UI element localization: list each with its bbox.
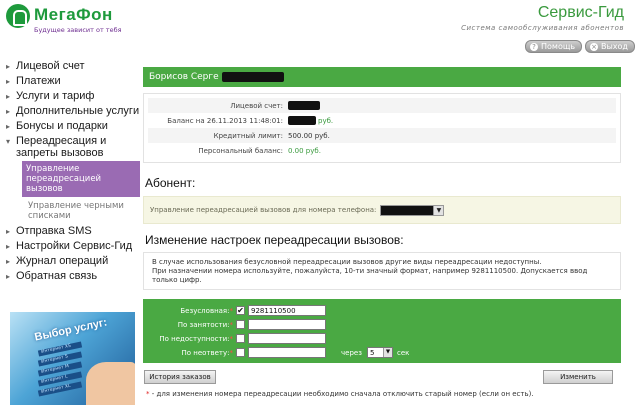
chevron-down-icon: ▼ xyxy=(383,348,392,357)
delay-via-label: через xyxy=(341,349,362,357)
megafon-logo[interactable]: МегаФон Будущее зависит от тебя xyxy=(6,2,136,38)
chevron-right-icon: ▸ xyxy=(6,272,11,281)
info-line: При назначении номера используйте, пожал… xyxy=(152,267,588,284)
sidebar-subitem-blacklists[interactable]: Управление черными списками xyxy=(28,201,140,221)
chevron-right-icon: ▸ xyxy=(6,62,11,71)
unconditional-number-input[interactable]: 9281110500 xyxy=(248,305,326,316)
subscriber-name-bar: Борисов Серге xyxy=(143,67,621,87)
redacted-mark xyxy=(221,71,284,82)
chevron-right-icon: ▸ xyxy=(6,257,11,266)
service-subtitle: Система самообслуживания абонентов xyxy=(461,24,624,32)
logo-slogan: Будущее зависит от тебя xyxy=(34,26,122,34)
help-label: Помощь xyxy=(541,42,576,51)
info-line: В случае использования безусловной переа… xyxy=(152,258,542,266)
sidebar-item-settings[interactable]: ▸ Настройки Сервис-Гид xyxy=(6,240,140,253)
help-icon: ? xyxy=(530,42,538,51)
delay-seconds-select[interactable]: 5 ▼ xyxy=(367,347,393,358)
chevron-right-icon: ▸ xyxy=(6,242,11,251)
redacted-mark xyxy=(288,116,316,125)
phone-number-select[interactable]: ▼ xyxy=(380,204,445,216)
order-history-button[interactable]: История заказов xyxy=(144,370,216,384)
required-star: * xyxy=(229,335,234,343)
account-row: Лицевой счет: xyxy=(148,98,616,113)
footnote: * - для изменения номера переадресации н… xyxy=(146,390,534,398)
unconditional-checkbox[interactable]: ✔ xyxy=(236,306,245,315)
promo-banner[interactable]: Выбор услуг: Интернет XS Интернет S Инте… xyxy=(10,312,135,405)
seconds-label: сек xyxy=(397,349,410,357)
sidebar-item-feedback[interactable]: ▸ Обратная связь xyxy=(6,270,140,283)
forwarding-info: В случае использования безусловной переа… xyxy=(143,252,621,290)
promo-title: Выбор услуг: xyxy=(33,316,109,344)
forwarding-form: Безусловная:* ✔ 9281110500 По занятости:… xyxy=(143,299,621,363)
required-star: * xyxy=(229,349,234,357)
abonent-text: Управление переадресацией вызовов для но… xyxy=(150,206,377,214)
forward-row-no-answer: По неответу:* через 5 ▼ сек xyxy=(181,347,410,358)
busy-number-input[interactable] xyxy=(248,319,326,330)
unavailable-number-input[interactable] xyxy=(248,333,326,344)
sidebar-item-send-sms[interactable]: ▸ Отправка SMS xyxy=(6,225,140,238)
subscriber-name: Борисов Серге xyxy=(149,72,219,82)
account-row: Баланс на 26.11.2013 11:48:01: руб. xyxy=(167,116,334,125)
chevron-right-icon: ▸ xyxy=(6,92,11,101)
chevron-right-icon: ▸ xyxy=(6,107,11,116)
change-button[interactable]: Изменить xyxy=(543,370,613,384)
sidebar-item-payments[interactable]: ▸ Платежи xyxy=(6,75,140,88)
hand-image xyxy=(86,362,135,405)
busy-checkbox[interactable] xyxy=(236,320,245,329)
unavailable-checkbox[interactable] xyxy=(236,334,245,343)
sidebar-item-operations-log[interactable]: ▸ Журнал операций xyxy=(6,255,140,268)
required-star: * xyxy=(229,307,234,315)
chevron-right-icon: ▸ xyxy=(6,77,11,86)
sidebar-nav: ▸ Лицевой счет ▸ Платежи ▸ Услуги и тариф ▸… xyxy=(6,60,140,285)
sidebar-item-account[interactable]: ▸ Лицевой счет xyxy=(6,60,140,73)
redacted-mark xyxy=(381,205,434,215)
forward-row-busy: По занятости:* xyxy=(143,319,621,332)
account-summary: Лицевой счет: Баланс на 26.11.2013 11:48… xyxy=(143,93,621,163)
chevron-down-icon: ▼ xyxy=(433,205,444,215)
no-answer-number-input[interactable] xyxy=(248,347,326,358)
abonent-box: Управление переадресацией вызовов для но… xyxy=(143,196,621,224)
forward-row-unavailable: По недоступности:* xyxy=(143,333,621,346)
logo-name: МегаФон xyxy=(34,5,113,24)
sidebar-item-bonuses[interactable]: ▸ Бонусы и подарки xyxy=(6,120,140,133)
required-star: * xyxy=(229,321,234,329)
chevron-right-icon: ▸ xyxy=(6,122,11,131)
exit-button[interactable]: × Выход xyxy=(585,40,635,53)
exit-icon: × xyxy=(590,42,598,51)
no-answer-checkbox[interactable] xyxy=(236,348,245,357)
help-button[interactable]: ? Помощь xyxy=(525,40,583,53)
redacted-mark xyxy=(288,101,320,110)
sidebar-item-extra-services[interactable]: ▸ Дополнительные услуги xyxy=(6,105,140,118)
forwarding-heading: Изменение настроек переадресации вызовов… xyxy=(145,233,404,247)
account-row: Кредитный лимит: 500.00 руб. xyxy=(148,128,616,143)
account-row: Персональный баланс: 0.00 руб. xyxy=(198,146,321,155)
chevron-right-icon: ▸ xyxy=(6,227,11,236)
exit-label: Выход xyxy=(601,42,628,51)
chevron-down-icon: ▾ xyxy=(6,137,11,146)
megafon-logo-icon xyxy=(6,4,30,28)
abonent-heading: Абонент: xyxy=(145,176,196,190)
service-title: Сервис-Гид xyxy=(537,4,624,21)
sidebar-item-services-tariff[interactable]: ▸ Услуги и тариф xyxy=(6,90,140,103)
sidebar-item-forwarding[interactable]: ▾ Переадресация и запреты вызовов xyxy=(6,135,140,159)
sidebar-subitem-forwarding-management[interactable]: Управление переадресацией вызовов xyxy=(22,161,140,197)
forward-row-unconditional: Безусловная:* ✔ 9281110500 xyxy=(143,305,621,318)
